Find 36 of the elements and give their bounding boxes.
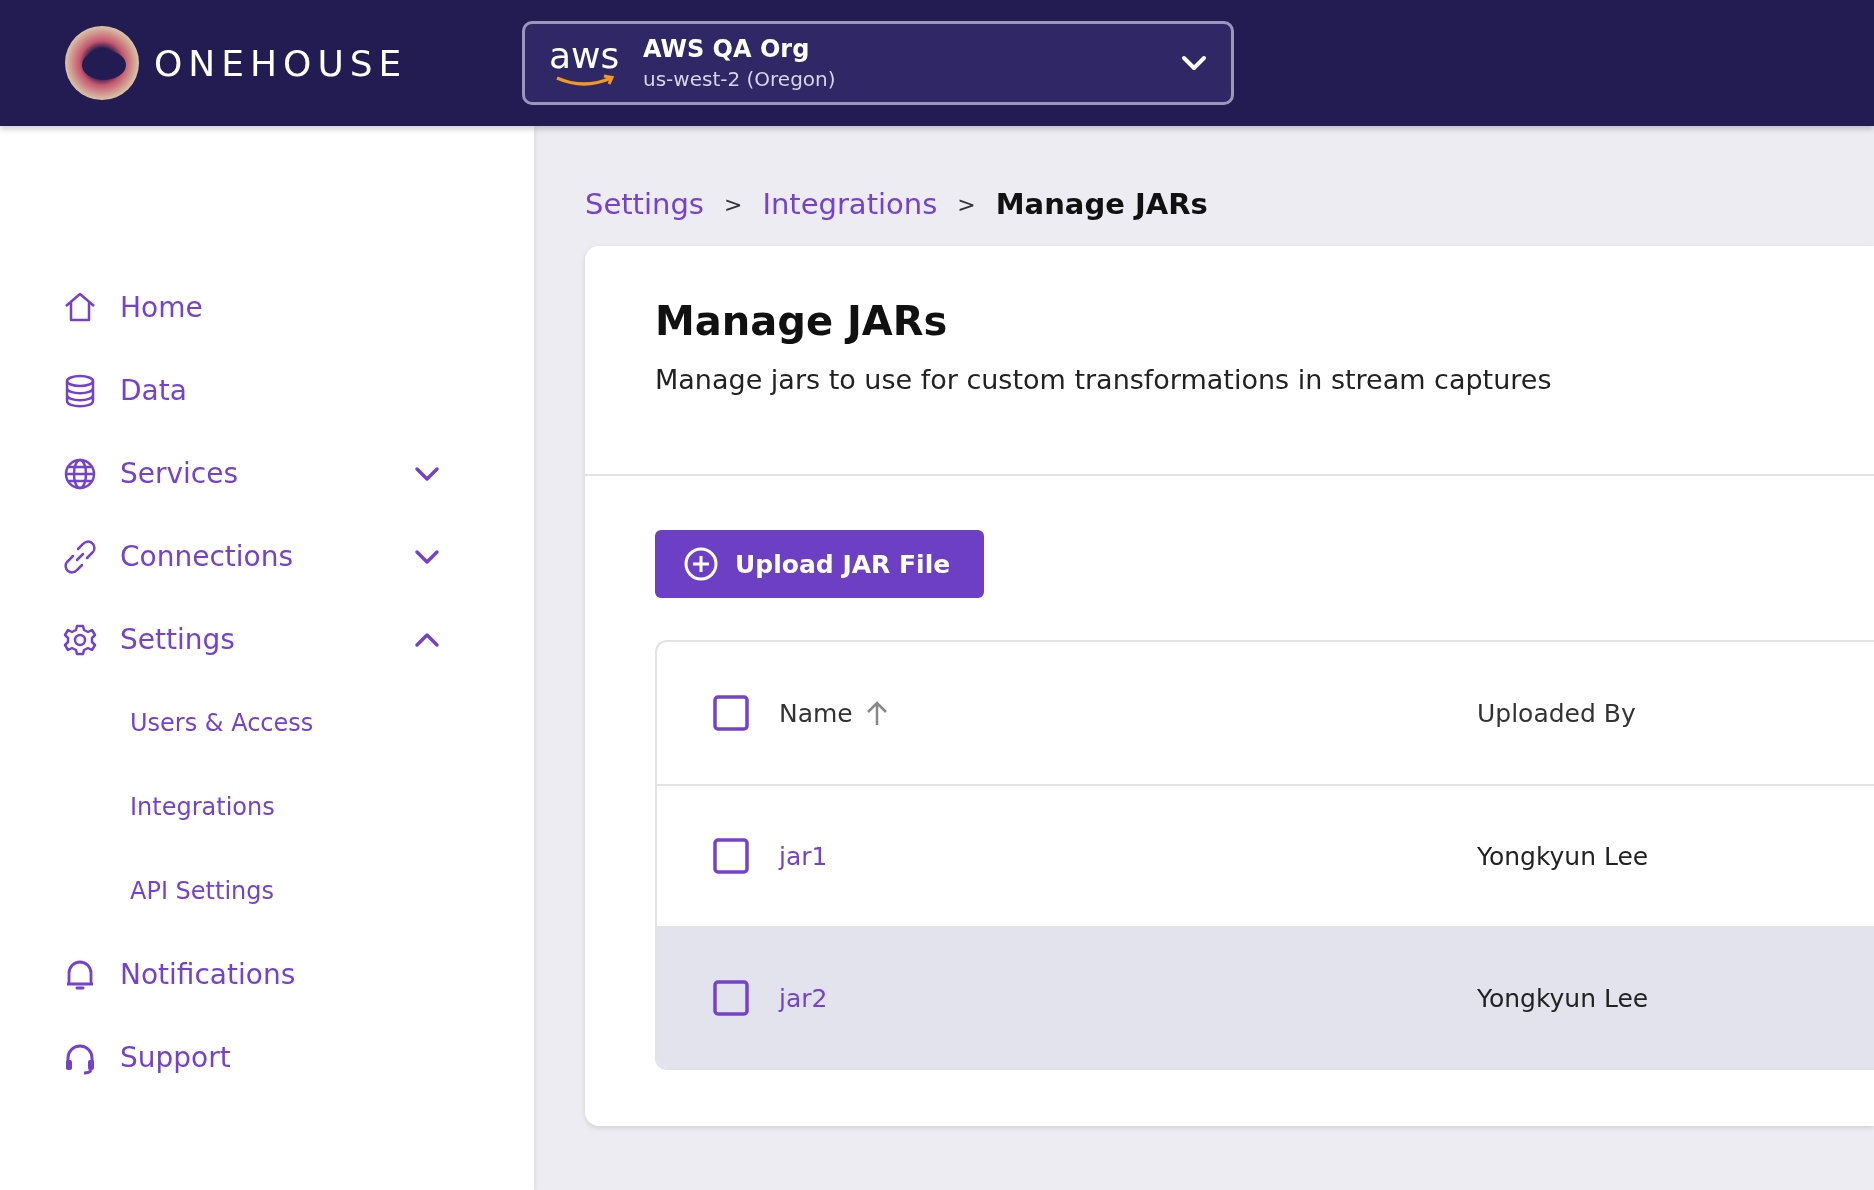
logo-icon — [64, 25, 140, 101]
sidebar-subitem[interactable]: API Settings — [130, 877, 275, 905]
checkbox[interactable] — [713, 838, 749, 874]
sidebar-subitem[interactable]: Integrations — [130, 793, 275, 821]
page-subtitle: Manage jars to use for custom transformations in stream captures — [655, 364, 1553, 395]
sidebar-item[interactable]: Settings — [0, 598, 534, 681]
column-header[interactable]: Name — [779, 698, 853, 728]
sidebar-subitem[interactable]: Users & Access — [130, 709, 314, 737]
sidebar-item[interactable]: Home — [0, 266, 534, 349]
breadcrumb-link[interactable]: Settings — [585, 187, 704, 221]
org-name: AWS QA Org — [643, 35, 811, 63]
sidebar-item[interactable]: Support — [0, 1016, 534, 1099]
plus-circle-icon — [683, 546, 719, 582]
uploader-name: Yongkyun Lee — [1477, 841, 1649, 871]
checkbox[interactable] — [713, 980, 749, 1016]
link-icon — [62, 538, 98, 575]
chevron-down-icon — [1181, 54, 1207, 72]
org-region: us-west-2 (Oregon) — [643, 67, 837, 91]
jar-name-link[interactable]: jar1 — [779, 841, 828, 871]
aws-logo-text: aws — [548, 38, 620, 74]
sidebar-item[interactable]: Connections — [0, 515, 534, 598]
breadcrumb-current: Manage JARs — [995, 187, 1208, 221]
jar-name-link[interactable]: jar2 — [779, 983, 828, 1013]
sidebar-item[interactable]: Notifications — [0, 933, 534, 1016]
sidebar-item[interactable]: Services — [0, 432, 534, 515]
upload-jar-button[interactable]: Upload JAR File — [655, 530, 985, 598]
checkbox[interactable] — [713, 695, 749, 731]
uploader-name: Yongkyun Lee — [1477, 983, 1649, 1013]
breadcrumb-link[interactable]: Integrations — [762, 187, 938, 221]
sidebar-item[interactable]: Data — [0, 349, 534, 432]
smile-arrow-icon — [554, 74, 614, 88]
breadcrumb-separator: > — [723, 191, 743, 217]
column-header[interactable]: Uploaded By — [1477, 698, 1636, 728]
page-title: Manage JARs — [655, 298, 949, 344]
breadcrumb-separator: > — [957, 191, 976, 217]
brand-name: ONEHOUSE — [154, 42, 408, 84]
